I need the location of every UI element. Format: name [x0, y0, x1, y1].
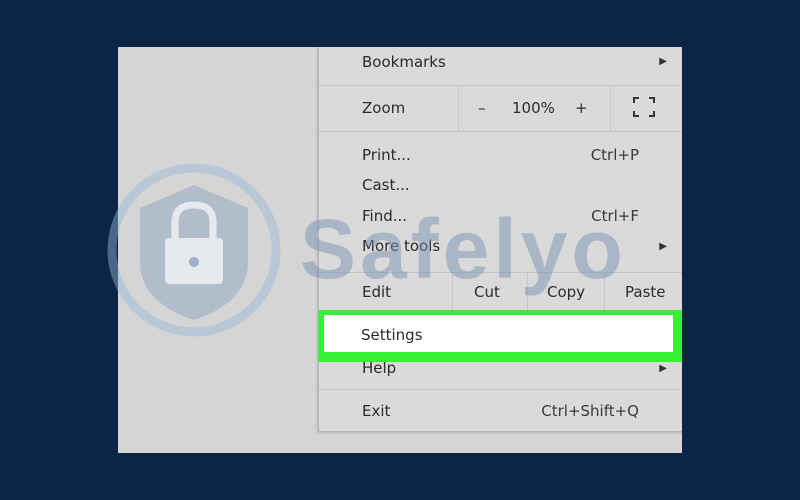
fullscreen-icon[interactable] — [633, 97, 655, 121]
menu-row-zoom: Zoom – 100% + — [319, 85, 682, 131]
menu-item-more-tools[interactable]: More tools ▶ — [319, 234, 682, 262]
menu-item-label: Find... — [362, 207, 408, 225]
menu-divider — [319, 131, 682, 132]
edit-divider — [452, 272, 453, 312]
paste-button[interactable]: Paste — [625, 283, 666, 301]
menu-item-cast[interactable]: Cast... — [319, 173, 682, 201]
zoom-out-button[interactable]: – — [478, 99, 486, 117]
menu-item-label: Bookmarks — [362, 53, 446, 71]
browser-window: Bookmarks ▶ Zoom – 100% + Print... Ctrl+… — [118, 47, 682, 453]
copy-button[interactable]: Copy — [547, 283, 585, 301]
menu-item-print[interactable]: Print... Ctrl+P — [319, 143, 682, 171]
menu-item-shortcut: Ctrl+Shift+Q — [541, 402, 639, 420]
edit-label: Edit — [362, 283, 392, 301]
menu-item-find[interactable]: Find... Ctrl+F — [319, 204, 682, 232]
zoom-label: Zoom — [362, 99, 406, 117]
zoom-in-button[interactable]: + — [575, 99, 588, 117]
menu-item-label: Settings — [361, 326, 423, 344]
menu-divider — [319, 389, 682, 390]
menu-item-label: More tools — [362, 237, 441, 255]
zoom-divider — [458, 85, 459, 131]
menu-item-label: Cast... — [362, 176, 410, 194]
browser-menu: Bookmarks ▶ Zoom – 100% + Print... Ctrl+… — [318, 47, 682, 432]
zoom-level: 100% — [512, 99, 555, 117]
menu-item-exit[interactable]: Exit Ctrl+Shift+Q — [319, 399, 682, 427]
menu-row-edit: Edit Cut Copy Paste — [319, 272, 682, 312]
cut-button[interactable]: Cut — [474, 283, 500, 301]
menu-item-shortcut: Ctrl+P — [590, 146, 639, 164]
chevron-right-icon: ▶ — [659, 56, 667, 67]
menu-item-settings[interactable]: Settings — [324, 315, 673, 352]
chevron-right-icon: ▶ — [659, 363, 667, 374]
menu-item-label: Print... — [362, 146, 411, 164]
edit-divider — [527, 272, 528, 312]
settings-highlight-box: Settings — [318, 310, 682, 362]
chevron-right-icon: ▶ — [659, 241, 667, 252]
menu-item-shortcut: Ctrl+F — [591, 207, 639, 225]
edit-divider — [604, 272, 605, 312]
menu-item-label: Exit — [362, 402, 391, 420]
menu-item-bookmarks[interactable]: Bookmarks ▶ — [319, 47, 682, 77]
zoom-divider — [610, 85, 611, 131]
